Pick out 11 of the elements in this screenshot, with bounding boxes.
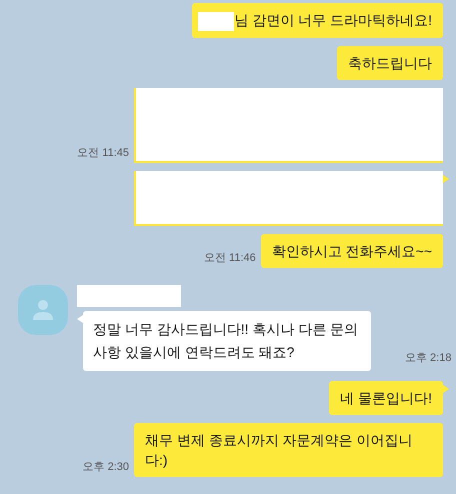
message-time: 오후 2:30: [82, 460, 129, 476]
message-text: 정말 너무 감사드립니다!! 혹시나 다른 문의사항 있을시에 연락드려도 돼죠?: [93, 320, 358, 360]
message-text: 님 감면이 너무 드라마틱하네요!: [234, 12, 432, 28]
message-time: 오전 11:46: [204, 251, 256, 266]
message-text: 축하드립니다: [348, 54, 432, 71]
message-text: 채무 변제 종료시까지 자문계약은 이어집니다:): [145, 432, 413, 468]
message-time: 오전 11:45: [77, 146, 129, 162]
message-time: 오후 2:18: [405, 352, 452, 364]
avatar-icon[interactable]: [18, 284, 68, 335]
message-text: 확인하시고 전화주세요~~: [272, 242, 432, 259]
message-text: 네 물론입니다!: [340, 390, 432, 406]
